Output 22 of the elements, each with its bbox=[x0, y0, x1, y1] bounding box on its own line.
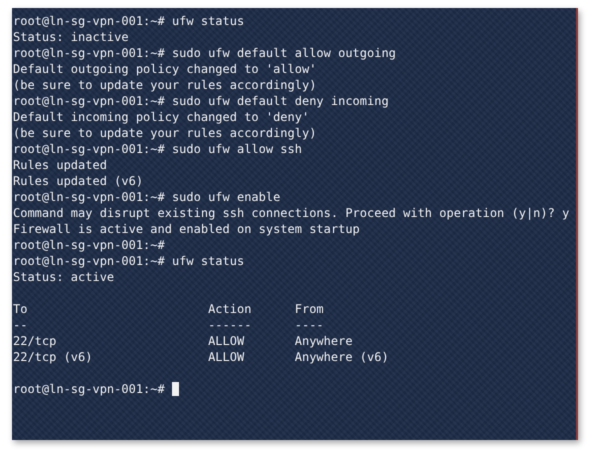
terminal-line: Status: active bbox=[13, 269, 114, 285]
terminal-line: Rules updated (v6) bbox=[13, 173, 144, 189]
terminal-line: 22/tcp ALLOW Anywhere bbox=[13, 333, 353, 349]
terminal-line: (be sure to update your rules accordingly) bbox=[13, 125, 316, 141]
terminal-line: root@ln-sg-vpn-001:~# ufw status bbox=[13, 13, 244, 29]
terminal-line: Rules updated bbox=[13, 157, 107, 173]
terminal-line: (be sure to update your rules accordingly) bbox=[13, 77, 316, 93]
terminal-line: Firewall is active and enabled on system startup bbox=[13, 221, 360, 237]
terminal-line: 22/tcp (v6) ALLOW Anywhere (v6) bbox=[13, 349, 389, 365]
terminal-line: root@ln-sg-vpn-001:~# sudo ufw default deny incoming bbox=[13, 93, 389, 109]
terminal-line: root@ln-sg-vpn-001:~# bbox=[13, 237, 165, 253]
terminal-line: root@ln-sg-vpn-001:~# ufw status bbox=[13, 253, 244, 269]
terminal-line: Command may disrupt existing ssh connections. Proceed with operation (y|n)? y bbox=[13, 205, 570, 221]
terminal-line: root@ln-sg-vpn-001:~# sudo ufw enable bbox=[13, 189, 280, 205]
terminal-line: root@ln-sg-vpn-001:~# sudo ufw allow ssh bbox=[13, 141, 302, 157]
shell-prompt: root@ln-sg-vpn-001:~# bbox=[13, 381, 165, 397]
terminal-line: Status: inactive bbox=[13, 29, 129, 45]
terminal-line: Default outgoing policy changed to 'allow' bbox=[13, 61, 316, 77]
terminal-line: To Action From bbox=[13, 301, 324, 317]
terminal-line: -- ------ ---- bbox=[13, 317, 324, 333]
terminal-line: Default incoming policy changed to 'deny' bbox=[13, 109, 310, 125]
terminal-line: root@ln-sg-vpn-001:~# sudo ufw default allow outgoing bbox=[13, 45, 396, 61]
